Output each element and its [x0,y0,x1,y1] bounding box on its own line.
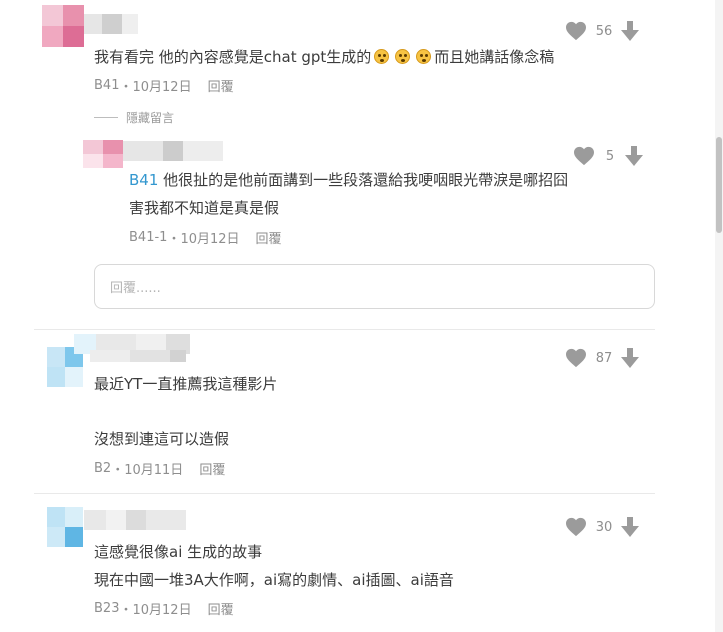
scrollbar-thumb[interactable] [716,137,722,233]
comment-text: B41 他很扯的是他前面講到一些段落還給我哽咽眼光帶淚是哪招囧 [129,171,569,189]
divider [34,493,655,494]
meta-separator: ・ [167,232,181,247]
comment-date: 10月11日 [124,463,184,478]
like-count: 30 [595,519,613,535]
scrollbar-track[interactable] [715,0,723,632]
avatar[interactable] [47,507,83,547]
heart-icon[interactable] [573,146,595,166]
divider [34,329,655,330]
avatar[interactable] [42,5,84,47]
flushed-face-icon [395,49,411,64]
username-blurred[interactable] [84,510,186,530]
comment-text: 我有看完 他的內容感覺是chat gpt生成的 而且她講話像念稿 [94,48,555,66]
like-count: 5 [605,148,615,164]
comment-meta: B41-1 ・ 10月12日 回覆 [129,228,282,247]
floor-tag-link[interactable]: B41 [129,171,158,189]
comment-date: 10月12日 [132,603,192,618]
like-count: 87 [595,350,613,366]
meta-separator: ・ [119,80,133,95]
comment-text: 這感覺很像ai 生成的故事 [94,543,263,561]
reply-button[interactable]: 回覆 [256,228,282,247]
avatar[interactable] [83,140,123,168]
reply-button[interactable]: 回覆 [199,459,225,478]
comment-text-line2: 沒想到連這可以造假 [94,430,230,448]
meta-separator: ・ [111,463,125,478]
heart-icon[interactable] [565,21,587,41]
down-arrow-icon[interactable] [621,348,639,368]
comment-meta: B2 ・ 10月11日 回覆 [94,459,225,478]
comment-text-line2: 現在中國一堆3A大作啊，ai寫的劇情、ai插圖、ai語音 [94,571,454,589]
floor-number: B41 [94,78,120,93]
comment-actions: 30 [565,517,639,537]
comment-actions: 87 [565,348,639,368]
down-arrow-icon[interactable] [621,21,639,41]
floor-number: B2 [94,461,112,476]
comment-date: 10月12日 [132,80,192,95]
down-arrow-icon[interactable] [625,146,643,166]
comment-date: 10月12日 [180,232,240,247]
comment-text-line2: 害我都不知道是真是假 [129,199,280,217]
heart-icon[interactable] [565,348,587,368]
comment-meta: B41 ・ 10月12日 回覆 [94,76,234,95]
down-arrow-icon[interactable] [621,517,639,537]
heart-icon[interactable] [565,517,587,537]
reply-input[interactable]: 回覆...... [94,264,655,309]
username-blurred-2 [90,350,186,362]
meta-separator: ・ [119,603,133,618]
divider-line [94,117,118,118]
reply-button[interactable]: 回覆 [208,76,234,95]
username-blurred[interactable] [84,14,138,34]
like-count: 56 [595,23,613,39]
comment-actions: 56 [565,21,639,41]
floor-number: B41-1 [129,230,168,245]
comment-actions: 5 [573,146,643,166]
comment-meta: B23 ・ 10月12日 回覆 [94,599,234,618]
floor-number: B23 [94,601,120,616]
flushed-face-icon [416,49,432,64]
reply-button[interactable]: 回覆 [208,599,234,618]
username-blurred[interactable] [123,141,223,161]
reply-placeholder: 回覆...... [110,281,161,296]
hide-comments-label: 隱藏留言 [126,111,175,125]
hide-comments-toggle[interactable]: 隱藏留言 [94,109,174,126]
comment-text: 最近YT一直推薦我這種影片 [94,375,278,393]
flushed-face-icon [374,49,390,64]
